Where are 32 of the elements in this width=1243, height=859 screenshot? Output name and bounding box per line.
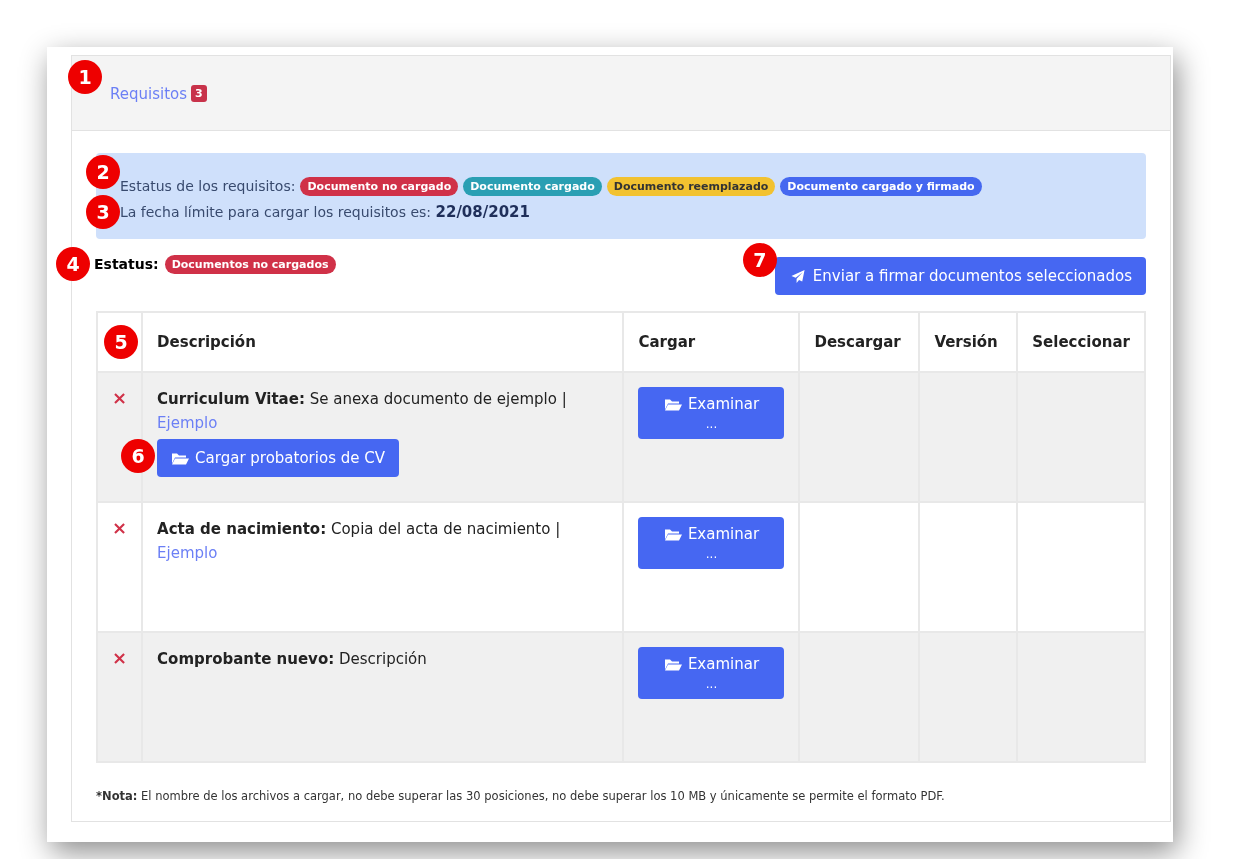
callout-marker: 2 bbox=[86, 155, 120, 189]
browse-button[interactable]: Examinar ... bbox=[638, 387, 785, 439]
send-button[interactable]: Enviar a firmar documentos seleccionados bbox=[774, 257, 1146, 295]
callout-marker: 4 bbox=[56, 246, 90, 281]
legend-label: Estatus de los requisitos: bbox=[120, 178, 296, 194]
status-mark: × bbox=[112, 647, 128, 668]
count-badge: 3 bbox=[191, 84, 207, 102]
requirement-description: Comprobante nuevo: Descripción bbox=[157, 649, 428, 670]
note-text: *Nota: El nombre de los archivos a cargar, no debe superar las 30 posiciones, no debe superar los 10 MB y únicamente se permite el formato PDF. bbox=[96, 789, 946, 803]
example-link[interactable]: Ejemplo bbox=[157, 411, 609, 435]
status-badge: Documento cargado bbox=[463, 176, 602, 196]
callout-marker: 3 bbox=[86, 195, 120, 229]
status-mark: × bbox=[112, 387, 128, 408]
status-badge: Documento reemplazado bbox=[606, 176, 776, 196]
requisitos-tab[interactable]: Requisitos bbox=[110, 84, 188, 103]
requirement-description: Acta de nacimiento: Copia del acta de nacimiento | bbox=[157, 519, 562, 540]
deadline-text: La fecha límite para cargar los requisitos es: 22/08/2021 bbox=[120, 203, 530, 221]
status-label: Estatus: bbox=[94, 256, 159, 272]
status-badge: Documento no cargado bbox=[300, 176, 459, 196]
callout-marker: 6 bbox=[121, 439, 156, 473]
status-badge: Documentos no cargados bbox=[164, 254, 336, 274]
status-badge: Documento cargado y firmado bbox=[780, 176, 982, 196]
status-mark: × bbox=[112, 517, 128, 538]
callout-marker: 7 bbox=[742, 243, 777, 277]
requirement-description: Curriculum Vitae: Se anexa documento de ejemplo | bbox=[157, 389, 568, 410]
browse-button[interactable]: Examinar ... bbox=[638, 517, 785, 569]
column-header: Descripción bbox=[142, 312, 624, 372]
example-link[interactable]: Ejemplo bbox=[157, 541, 609, 565]
browse-button[interactable]: Examinar ... bbox=[638, 647, 785, 699]
callout-marker: 5 bbox=[104, 325, 138, 359]
upload-proofs-button[interactable]: Cargar probatorios de CV bbox=[157, 439, 399, 477]
callout-marker: 1 bbox=[68, 59, 102, 94]
